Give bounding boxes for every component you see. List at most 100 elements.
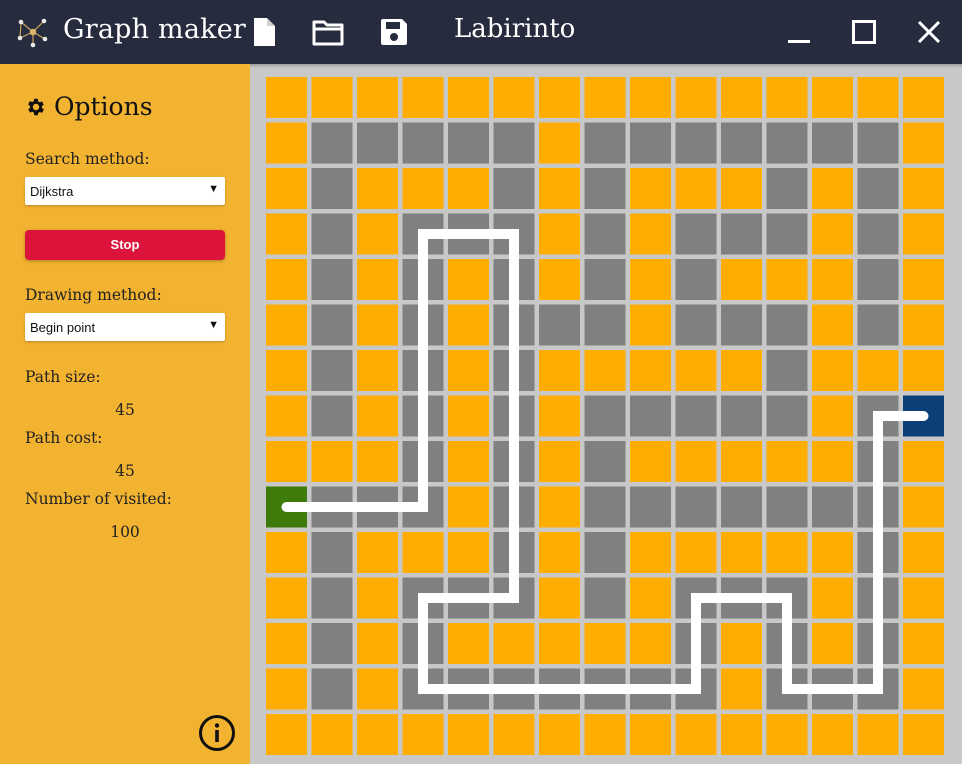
maze-cell-open[interactable] (539, 350, 580, 391)
maze-cell-open[interactable] (721, 441, 762, 482)
maze-cell-open[interactable] (539, 714, 580, 755)
maze-cell-open[interactable] (630, 441, 671, 482)
maze-cell-wall[interactable] (311, 259, 353, 300)
maze-cell-wall[interactable] (766, 122, 808, 164)
maze-cell-open[interactable] (812, 259, 853, 300)
maze-cell-open[interactable] (857, 714, 899, 755)
maze-cell-open[interactable] (448, 350, 489, 391)
maze-cell-open[interactable] (903, 304, 944, 346)
maze-cell-open[interactable] (721, 259, 762, 300)
maze-cell-open[interactable] (266, 577, 307, 619)
maze-cell-wall[interactable] (675, 304, 717, 346)
maze-cell-wall[interactable] (857, 304, 899, 346)
maze-cell-open[interactable] (266, 259, 307, 300)
maze-cell-open[interactable] (539, 577, 580, 619)
maze-cell-wall[interactable] (584, 395, 626, 437)
maze-cell-open[interactable] (357, 395, 398, 437)
maze-cell-open[interactable] (584, 714, 626, 755)
maze-cell-open[interactable] (539, 168, 580, 209)
maze-cell-wall[interactable] (675, 259, 717, 300)
maze-cell-open[interactable] (266, 77, 307, 118)
maze-cell-open[interactable] (357, 213, 398, 255)
maze-cell-wall[interactable] (311, 395, 353, 437)
maze-cell-open[interactable] (539, 486, 580, 528)
close-button[interactable] (912, 15, 946, 49)
maze-cell-open[interactable] (448, 532, 489, 573)
maze-cell-open[interactable] (266, 122, 307, 164)
maze-cell-open[interactable] (357, 668, 398, 710)
maze-cell-open[interactable] (630, 532, 671, 573)
maze-cell-wall[interactable] (857, 168, 899, 209)
maze-cell-open[interactable] (903, 486, 944, 528)
maze-cell-open[interactable] (903, 259, 944, 300)
maze-cell-wall[interactable] (766, 350, 808, 391)
maze-cell-open[interactable] (857, 350, 899, 391)
maze-cell-wall[interactable] (311, 304, 353, 346)
maze-cell-open[interactable] (311, 714, 353, 755)
maze-cell-open[interactable] (766, 532, 808, 573)
maze-cell-open[interactable] (448, 441, 489, 482)
maze-cell-open[interactable] (903, 623, 944, 664)
maze-cell-wall[interactable] (311, 668, 353, 710)
maze-cell-open[interactable] (448, 486, 489, 528)
maze-cell-open[interactable] (357, 623, 398, 664)
maze-cell-open[interactable] (630, 350, 671, 391)
maze-cell-open[interactable] (721, 350, 762, 391)
maze-cell-wall[interactable] (630, 395, 671, 437)
maze-cell-open[interactable] (812, 714, 853, 755)
save-button[interactable] (377, 15, 411, 49)
maze-cell-open[interactable] (812, 304, 853, 346)
maze-cell-open[interactable] (903, 77, 944, 118)
maze-cell-wall[interactable] (584, 532, 626, 573)
maze-cell-open[interactable] (766, 714, 808, 755)
maze-cell-open[interactable] (903, 714, 944, 755)
maze-cell-open[interactable] (266, 532, 307, 573)
maze-cell-open[interactable] (539, 441, 580, 482)
maze-cell-open[interactable] (266, 395, 307, 437)
maze-cell-wall[interactable] (675, 395, 717, 437)
maze-cell-open[interactable] (402, 714, 444, 755)
maze-cell-open[interactable] (311, 77, 353, 118)
maze-cell-open[interactable] (357, 168, 398, 209)
maze-cell-wall[interactable] (766, 304, 808, 346)
maze-cell-open[interactable] (630, 577, 671, 619)
maze-cell-wall[interactable] (675, 486, 717, 528)
maze-cell-open[interactable] (357, 441, 398, 482)
maze-cell-open[interactable] (402, 168, 444, 209)
maze-cell-open[interactable] (448, 304, 489, 346)
maze-cell-open[interactable] (721, 668, 762, 710)
maze-cell-open[interactable] (539, 213, 580, 255)
maze-cell-open[interactable] (357, 350, 398, 391)
maze-cell-open[interactable] (266, 213, 307, 255)
maze-grid[interactable] (250, 64, 962, 764)
maze-cell-open[interactable] (584, 623, 626, 664)
maze-cell-wall[interactable] (584, 486, 626, 528)
maze-cell-open[interactable] (402, 77, 444, 118)
maze-cell-open[interactable] (630, 77, 671, 118)
maze-cell-open[interactable] (311, 441, 353, 482)
maze-cell-open[interactable] (812, 395, 853, 437)
maze-cell-open[interactable] (448, 77, 489, 118)
maze-cell-open[interactable] (903, 441, 944, 482)
maze-cell-open[interactable] (357, 577, 398, 619)
maze-cell-open[interactable] (721, 77, 762, 118)
maze-cell-wall[interactable] (766, 213, 808, 255)
maze-cell-wall[interactable] (584, 259, 626, 300)
maze-cell-wall[interactable] (675, 213, 717, 255)
maze-cell-open[interactable] (493, 714, 535, 755)
maze-cell-open[interactable] (266, 668, 307, 710)
maze-cell-open[interactable] (903, 213, 944, 255)
maze-cell-open[interactable] (721, 532, 762, 573)
maze-cell-wall[interactable] (857, 213, 899, 255)
maze-cell-open[interactable] (357, 532, 398, 573)
maze-cell-wall[interactable] (311, 350, 353, 391)
maze-cell-open[interactable] (721, 714, 762, 755)
maze-cell-wall[interactable] (857, 259, 899, 300)
maze-cell-open[interactable] (448, 714, 489, 755)
maze-cell-wall[interactable] (766, 168, 808, 209)
maze-cell-open[interactable] (630, 623, 671, 664)
maze-cell-open[interactable] (812, 350, 853, 391)
maze-cell-open[interactable] (675, 714, 717, 755)
maze-cell-open[interactable] (357, 304, 398, 346)
maze-cell-open[interactable] (721, 623, 762, 664)
